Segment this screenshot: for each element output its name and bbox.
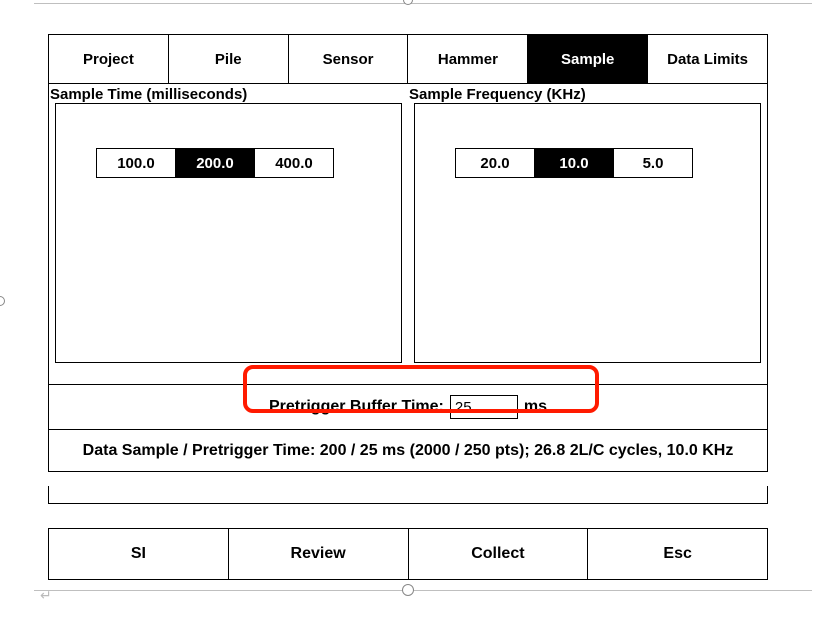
paragraph-mark-icon: ↵	[40, 587, 52, 604]
pretrigger-input[interactable]	[450, 395, 518, 419]
page-boundary-top	[34, 3, 812, 4]
tab-hammer[interactable]: Hammer	[408, 34, 528, 84]
tab-pile[interactable]: Pile	[169, 34, 289, 84]
page-handle-top[interactable]	[403, 0, 413, 5]
page-boundary-bottom	[34, 590, 812, 591]
sample-freq-group: Sample Frequency (KHz) 20.0 10.0 5.0	[408, 84, 767, 384]
sample-time-group: Sample Time (milliseconds) 100.0 200.0 4…	[49, 84, 408, 384]
sample-time-option-200[interactable]: 200.0	[175, 148, 255, 178]
page-handle-bottom[interactable]	[402, 584, 414, 596]
summary-text: Data Sample / Pretrigger Time: 200 / 25 …	[48, 430, 768, 472]
bottom-button-bar: SI Review Collect Esc	[48, 528, 768, 580]
group-row: Sample Time (milliseconds) 100.0 200.0 4…	[48, 84, 768, 384]
sample-time-box: 100.0 200.0 400.0	[55, 103, 402, 363]
sample-time-label: Sample Time (milliseconds)	[49, 84, 408, 103]
spacer	[48, 486, 768, 504]
page-handle-left[interactable]	[0, 296, 5, 306]
review-button[interactable]: Review	[229, 528, 409, 580]
tab-bar: Project Pile Sensor Hammer Sample Data L…	[48, 34, 768, 84]
si-button[interactable]: SI	[48, 528, 229, 580]
pretrigger-unit: ms	[524, 398, 547, 416]
tab-sensor[interactable]: Sensor	[289, 34, 409, 84]
collect-button[interactable]: Collect	[409, 528, 589, 580]
sample-panel: Project Pile Sensor Hammer Sample Data L…	[48, 34, 768, 580]
tab-data-limits[interactable]: Data Limits	[648, 34, 768, 84]
sample-freq-option-5[interactable]: 5.0	[613, 148, 693, 178]
sample-freq-label: Sample Frequency (KHz)	[408, 84, 767, 103]
sample-freq-box: 20.0 10.0 5.0	[414, 103, 761, 363]
sample-time-options: 100.0 200.0 400.0	[96, 148, 334, 178]
sample-freq-options: 20.0 10.0 5.0	[455, 148, 693, 178]
pretrigger-label: Pretrigger Buffer Time:	[269, 398, 444, 416]
sample-freq-option-10[interactable]: 10.0	[534, 148, 614, 178]
sample-time-option-100[interactable]: 100.0	[96, 148, 176, 178]
esc-button[interactable]: Esc	[588, 528, 768, 580]
sample-time-option-400[interactable]: 400.0	[254, 148, 334, 178]
tab-sample[interactable]: Sample	[528, 34, 648, 84]
tab-project[interactable]: Project	[48, 34, 169, 84]
sample-freq-option-20[interactable]: 20.0	[455, 148, 535, 178]
pretrigger-row: Pretrigger Buffer Time: ms	[48, 384, 768, 430]
